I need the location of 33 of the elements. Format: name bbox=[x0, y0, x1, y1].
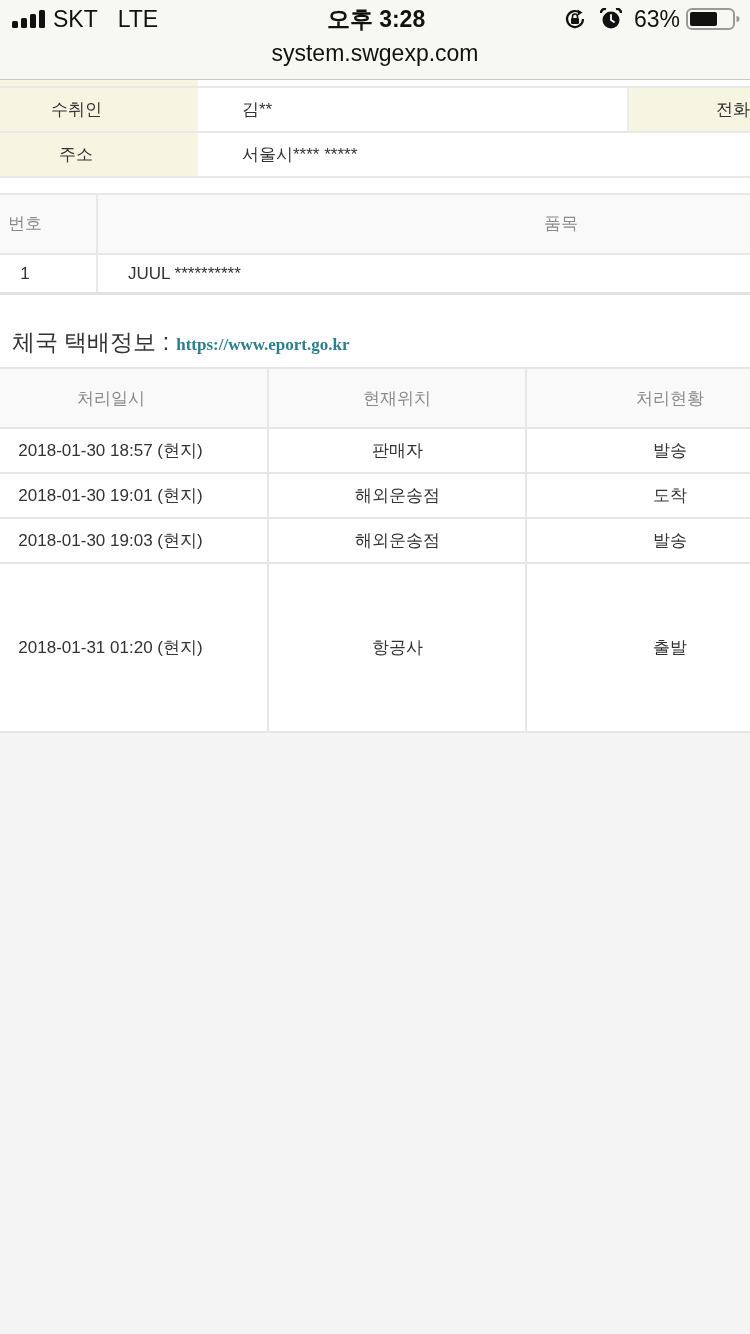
rotation-lock-icon bbox=[563, 8, 586, 30]
header-cell-text: 처리현황 bbox=[635, 387, 705, 410]
eport-link[interactable]: https://www.eport.go.kr bbox=[176, 335, 350, 355]
table-cell: 2018-01-31 01:20 (현지) bbox=[0, 564, 269, 731]
clock-text: 오후 3:28 bbox=[326, 4, 426, 34]
label-cell: 수취인 bbox=[0, 88, 198, 131]
table-cell: 2018-01-30 19:03 (현지) bbox=[0, 519, 269, 562]
table-cell: 항공사 bbox=[269, 564, 527, 731]
alarm-clock-icon bbox=[599, 8, 622, 30]
url-text[interactable]: system.swgexp.com bbox=[271, 38, 479, 68]
header-cell: 번호 bbox=[0, 195, 98, 253]
table-cell: 해외운송점 bbox=[269, 474, 527, 517]
label-cell: 전화 bbox=[627, 88, 750, 131]
table-cell: 2018-01-30 18:57 (현지) bbox=[0, 429, 269, 472]
battery-percent-text: 63% bbox=[633, 5, 680, 33]
table-cell-text: 발송 bbox=[652, 440, 688, 462]
table-cell-text: JUUL ********** bbox=[127, 263, 242, 285]
header-cell: 처리일시 bbox=[0, 369, 269, 427]
table-cell-text: 도착 bbox=[652, 485, 688, 507]
network-text: LTE bbox=[117, 5, 159, 33]
section-heading: 체국 택배정보 : bbox=[12, 328, 170, 357]
table-cell-text: 발송 bbox=[652, 530, 688, 552]
signal-icon bbox=[12, 10, 46, 28]
carrier-text: SKT bbox=[53, 5, 98, 33]
table-cell: 해외운송점 bbox=[269, 519, 527, 562]
header-cell: 현재위치 bbox=[269, 369, 527, 427]
table-cell: 1 bbox=[0, 255, 98, 292]
table-cell-text: 출발 bbox=[652, 637, 688, 659]
battery-icon bbox=[686, 8, 740, 30]
header-cell-text: 품목 bbox=[543, 213, 579, 235]
table-cell: 판매자 bbox=[269, 429, 527, 472]
table-cell: 2018-01-30 19:01 (현지) bbox=[0, 474, 269, 517]
label-cell: 주소 bbox=[0, 133, 198, 176]
